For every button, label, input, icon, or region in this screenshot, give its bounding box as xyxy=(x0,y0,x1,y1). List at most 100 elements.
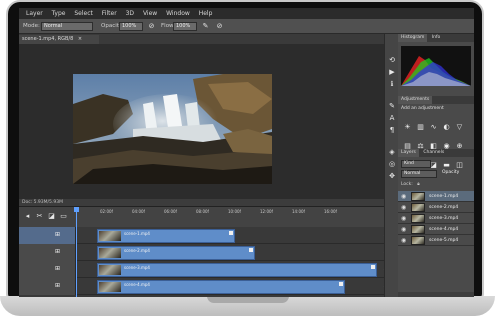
brightness-icon[interactable]: ☀ xyxy=(402,123,413,132)
timeline-panel: ◂ ✂ ◪ ▭ 02:00f 04:00f 06:00f 08:00f 10:0… xyxy=(19,206,390,297)
layer-name: scene-2.mp4 xyxy=(429,205,459,210)
clip-label: scene-3.mp4 xyxy=(124,265,150,270)
layer-row[interactable]: ◉ scene-2.mp4 xyxy=(398,202,474,213)
track-header[interactable]: ⊞ xyxy=(19,244,76,261)
lock-icon[interactable]: 🔒︎ xyxy=(417,182,419,187)
clip-label: scene-1.mp4 xyxy=(124,231,150,236)
layer-name: scene-4.mp4 xyxy=(429,227,459,232)
close-tab-icon[interactable]: × xyxy=(78,36,82,42)
layers-icon[interactable]: ◈ xyxy=(387,148,397,157)
document-tab[interactable]: scene-1.mp4, RGB/8 × xyxy=(19,35,99,44)
pressure-opacity-icon[interactable]: ⊘ xyxy=(147,22,156,31)
video-track[interactable]: ⊞ scene-2.mp4 + xyxy=(19,244,390,261)
history-icon[interactable]: ⟲ xyxy=(387,56,397,65)
menu-select[interactable]: Select xyxy=(74,8,93,19)
layer-thumbnail xyxy=(411,214,425,223)
vibrance-icon[interactable]: ▽ xyxy=(454,123,465,132)
playhead[interactable] xyxy=(74,207,79,297)
channels-icon[interactable]: ◎ xyxy=(387,160,397,169)
video-track[interactable]: ⊞ scene-3.mp4 + xyxy=(19,261,390,278)
document-tab-label: scene-1.mp4, RGB/8 xyxy=(22,36,74,42)
tick-label: 04:00f xyxy=(132,209,145,214)
panel-icon-strip: ⟲ ▶ ℹ ✎ A ¶ ◈ ◎ ✥ xyxy=(384,34,398,297)
pressure-size-icon[interactable]: ⊘ xyxy=(215,22,224,31)
time-ruler[interactable]: 02:00f 04:00f 06:00f 08:00f 10:00f 12:00… xyxy=(76,207,366,227)
canvas-area[interactable] xyxy=(19,44,384,199)
visibility-eye-icon[interactable]: ◉ xyxy=(401,204,406,211)
tab-adjustments[interactable]: Adjustments xyxy=(398,96,433,104)
render-icon[interactable]: ▭ xyxy=(59,212,68,221)
visibility-eye-icon[interactable]: ◉ xyxy=(401,237,406,244)
exposure-icon[interactable]: ◐ xyxy=(441,123,452,132)
clip-thumbnail xyxy=(99,231,121,241)
transition-icon[interactable]: ◪ xyxy=(47,212,56,221)
tab-info[interactable]: Info xyxy=(429,34,444,42)
layer-row[interactable]: ◉ scene-3.mp4 xyxy=(398,213,474,224)
layer-row[interactable]: ◉ scene-5.mp4 xyxy=(398,235,474,246)
video-track[interactable]: ⊞ scene-4.mp4 + xyxy=(19,278,390,295)
levels-icon[interactable]: ▥ xyxy=(415,123,426,132)
video-clip[interactable]: scene-3.mp4 xyxy=(97,263,377,277)
clip-thumbnail xyxy=(99,282,121,292)
track-menu-icon[interactable]: ⊞ xyxy=(55,282,60,289)
visibility-eye-icon[interactable]: ◉ xyxy=(401,193,406,200)
tab-histogram[interactable]: Histogram xyxy=(398,34,428,42)
character-icon[interactable]: A xyxy=(387,114,397,123)
airbrush-icon[interactable]: ✎ xyxy=(201,22,210,31)
video-track[interactable]: ⊞ scene-1.mp4 + xyxy=(19,227,390,244)
menu-filter[interactable]: Filter xyxy=(102,8,117,19)
menu-window[interactable]: Window xyxy=(166,8,190,19)
clip-transition-handle[interactable] xyxy=(229,231,233,235)
video-clip[interactable]: scene-4.mp4 xyxy=(97,280,345,294)
paths-icon[interactable]: ✥ xyxy=(387,172,397,181)
video-clip[interactable]: scene-1.mp4 xyxy=(97,229,235,243)
flow-field[interactable]: 100% xyxy=(173,22,197,31)
track-menu-icon[interactable]: ⊞ xyxy=(55,231,60,238)
tick-label: 16:00f xyxy=(324,209,337,214)
video-clip[interactable]: scene-2.mp4 xyxy=(97,246,255,260)
prev-frame-icon[interactable]: ◂ xyxy=(23,212,32,221)
track-header[interactable]: ⊞ xyxy=(19,261,76,278)
lock-row: Lock: 🔒︎ xyxy=(401,181,420,187)
visibility-eye-icon[interactable]: ◉ xyxy=(401,226,406,233)
menu-type[interactable]: Type xyxy=(52,8,66,19)
track-menu-icon[interactable]: ⊞ xyxy=(55,248,60,255)
brush-icon[interactable]: ✎ xyxy=(387,102,397,111)
tick-label: 08:00f xyxy=(196,209,209,214)
gradient-map-icon[interactable]: ▬ xyxy=(441,161,452,170)
track-menu-icon[interactable]: ⊞ xyxy=(55,265,60,272)
tick-label: 02:00f xyxy=(100,209,113,214)
menu-view[interactable]: View xyxy=(143,8,157,19)
tick-label: 10:00f xyxy=(228,209,241,214)
tab-channels[interactable]: Channels xyxy=(420,149,447,157)
layer-row[interactable]: ◉ scene-1.mp4 xyxy=(398,191,474,202)
waterfall-photo xyxy=(73,74,272,184)
adjustments-tabs: Adjustments xyxy=(398,96,474,104)
tick-label: 12:00f xyxy=(260,209,273,214)
menu-3d[interactable]: 3D xyxy=(126,8,134,19)
clip-transition-handle[interactable] xyxy=(339,282,343,286)
tab-layers[interactable]: Layers xyxy=(398,149,419,157)
layer-row[interactable]: ◉ scene-4.mp4 xyxy=(398,224,474,235)
clip-transition-handle[interactable] xyxy=(371,265,375,269)
layer-name: scene-3.mp4 xyxy=(429,216,459,221)
opacity-field[interactable]: 100% xyxy=(119,22,143,31)
menu-layer[interactable]: Layer xyxy=(26,8,43,19)
layer-filter-select[interactable]: Kind xyxy=(401,160,431,168)
play-icon[interactable]: ▶ xyxy=(387,68,397,77)
paragraph-icon[interactable]: ¶ xyxy=(387,126,397,135)
mode-label: Mode: xyxy=(23,23,40,29)
blend-mode-select[interactable]: Normal xyxy=(401,170,437,178)
mode-select[interactable]: Normal xyxy=(41,22,93,31)
curves-icon[interactable]: ∿ xyxy=(428,123,439,132)
track-header[interactable]: ⊞ xyxy=(19,278,76,295)
visibility-eye-icon[interactable]: ◉ xyxy=(401,215,406,222)
track-header[interactable]: ⊞ xyxy=(19,227,76,244)
clip-transition-handle[interactable] xyxy=(249,248,253,252)
histogram-tabs: Histogram Info xyxy=(398,34,474,42)
split-clip-icon[interactable]: ✂ xyxy=(35,212,44,221)
selective-color-icon[interactable]: ◫ xyxy=(454,161,465,170)
info-icon[interactable]: ℹ xyxy=(387,80,397,89)
menu-help[interactable]: Help xyxy=(199,8,213,19)
layer-thumbnail xyxy=(411,203,425,212)
